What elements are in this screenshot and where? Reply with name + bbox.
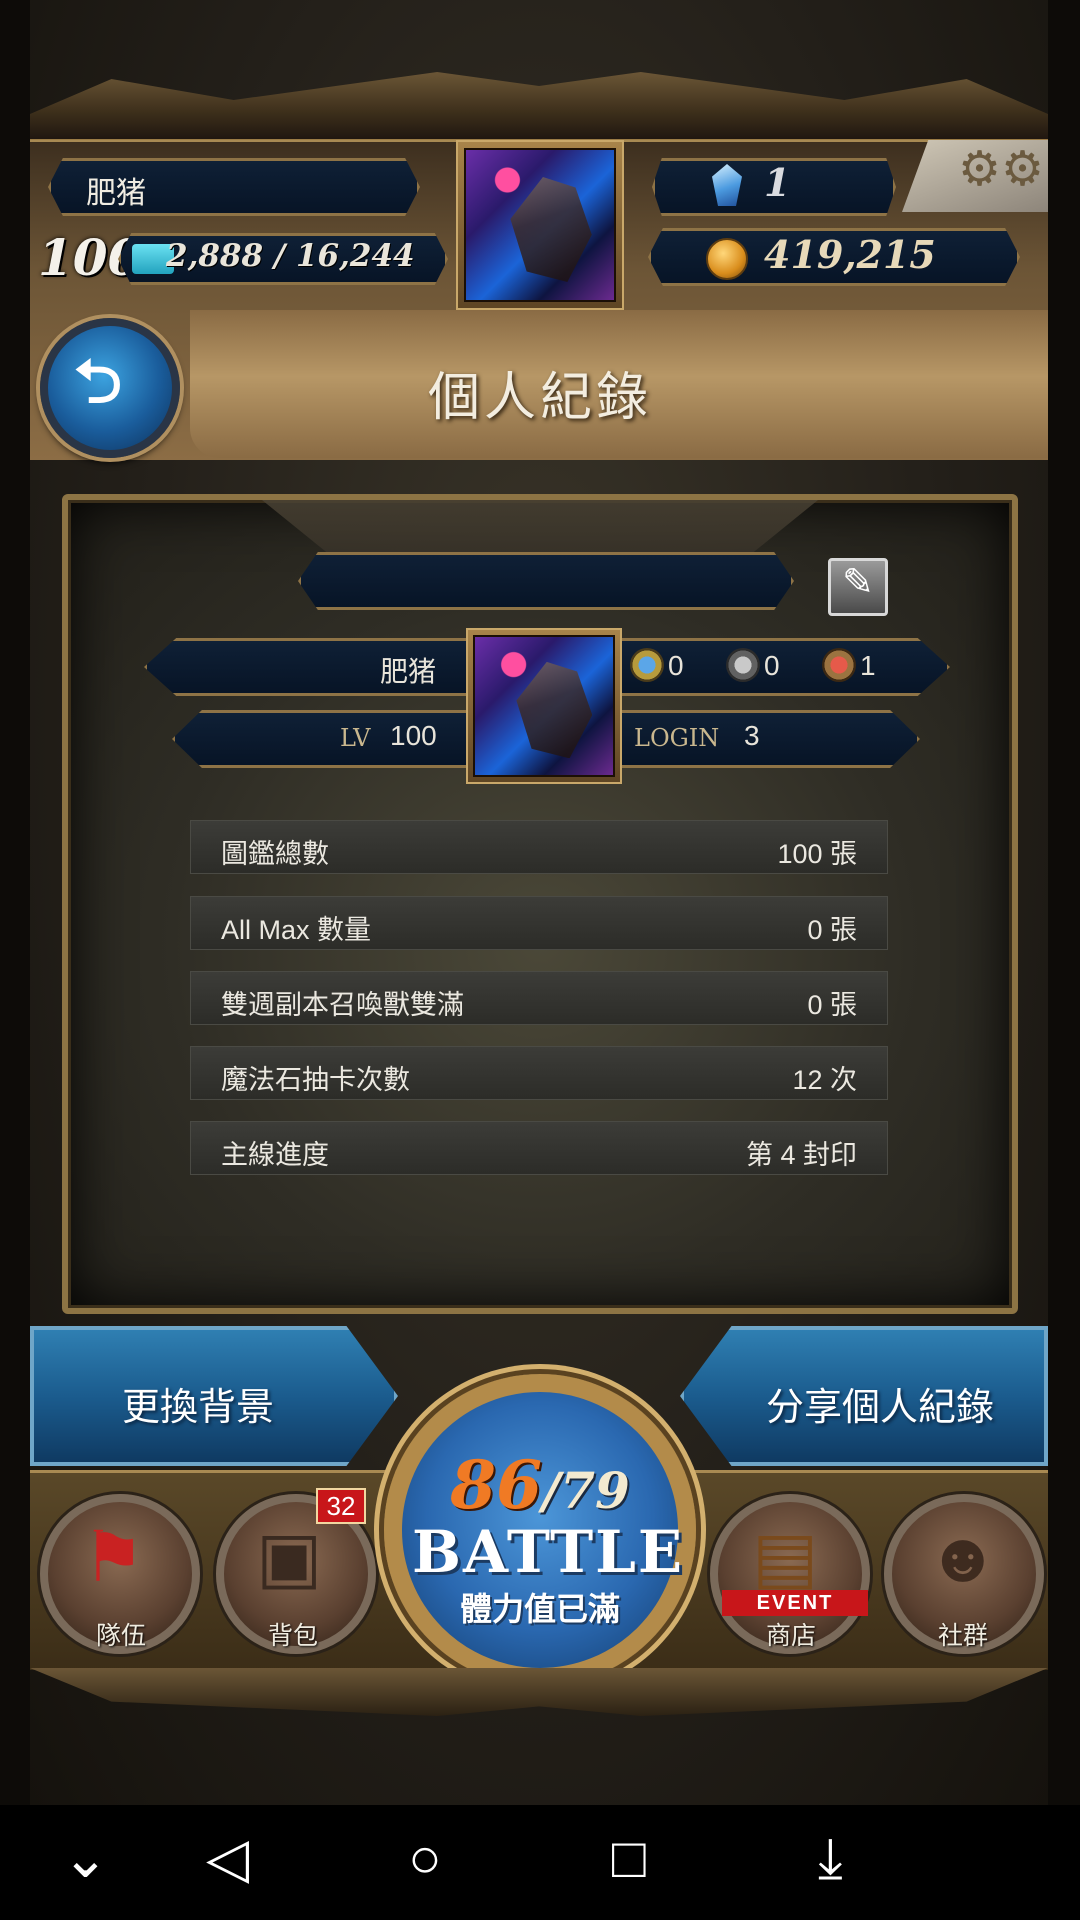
gem-count: 1 xyxy=(764,160,791,205)
stat-row: All Max 數量 0 張 xyxy=(190,896,888,950)
stat-row: 魔法石抽卡次數 12 次 xyxy=(190,1046,888,1100)
back-triangle-icon[interactable]: ◁ xyxy=(206,1830,249,1886)
share-record-label[interactable]: 分享個人紀錄 xyxy=(766,1376,994,1431)
chevron-down-icon[interactable]: ⌄ xyxy=(62,1830,109,1886)
frame-right xyxy=(1048,0,1080,1805)
profile-message-field[interactable] xyxy=(298,552,794,610)
stat-value: 12 次 xyxy=(792,1065,857,1095)
stat-row: 雙週副本召喚獸雙滿 0 張 xyxy=(190,971,888,1025)
stat-label: 主線進度 xyxy=(221,1140,329,1170)
lv-label: LV xyxy=(340,724,371,752)
system-nav-bar xyxy=(0,1805,1080,1920)
battle-label: BATTLE xyxy=(412,1518,685,1586)
stat-value: 100 張 xyxy=(777,839,857,869)
nav-social-label: 社群 xyxy=(938,1622,989,1650)
gear-icon[interactable]: ⚙⚙ xyxy=(958,146,1044,194)
login-value: 3 xyxy=(744,720,760,751)
lv-value: 100 xyxy=(390,720,437,751)
stat-label: 魔法石抽卡次數 xyxy=(221,1065,410,1095)
bag-count-badge: 32 xyxy=(316,1488,366,1524)
change-background-label[interactable]: 更換背景 xyxy=(122,1376,274,1431)
leader-avatar[interactable] xyxy=(456,140,624,310)
leader-avatar-art xyxy=(464,148,616,302)
stamina-max: /79 xyxy=(542,1461,630,1520)
friends-icon: ☻ xyxy=(926,1518,1000,1596)
emblem-count: 0 xyxy=(764,650,780,681)
nav-team-label: 隊伍 xyxy=(96,1622,147,1650)
stamina-status: 體力值已滿 xyxy=(459,1591,620,1627)
emblem-count: 1 xyxy=(860,650,876,681)
stat-row: 主線進度 第 4 封印 xyxy=(190,1121,888,1175)
treasure-chest-icon: ▤ xyxy=(752,1518,819,1596)
emblem-count: 0 xyxy=(668,650,684,681)
stat-label: 雙週副本召喚獸雙滿 xyxy=(221,990,464,1020)
silver-emblem-icon xyxy=(726,648,760,682)
recents-square-icon[interactable]: □ xyxy=(612,1830,646,1886)
nav-shop-label: 商店 xyxy=(766,1622,817,1650)
pull-down-icon[interactable]: ⤓ xyxy=(818,1830,843,1886)
stat-label: All Max 數量 xyxy=(221,915,372,945)
login-label: LOGIN xyxy=(634,724,720,752)
profile-avatar-art xyxy=(473,635,615,777)
stat-value: 第 4 封印 xyxy=(745,1140,857,1170)
exp-text: 2,888 / 16,244 xyxy=(166,238,415,274)
stat-row: 圖鑑總數 100 張 xyxy=(190,820,888,874)
nav-bag-label: 背包 xyxy=(268,1622,319,1650)
water-emblem-icon xyxy=(630,648,664,682)
stat-value: 0 張 xyxy=(807,990,857,1020)
coin-count: 419,215 xyxy=(764,232,936,277)
profile-avatar xyxy=(466,628,622,784)
pencil-icon[interactable]: ✎ xyxy=(842,564,874,602)
stamina-display: 86/79 xyxy=(420,1446,660,1524)
player-name: 肥猪 xyxy=(86,177,146,210)
stamina-current: 86 xyxy=(450,1446,542,1524)
profile-name: 肥猪 xyxy=(380,656,437,687)
fire-emblem-icon xyxy=(822,648,856,682)
coin-icon xyxy=(706,238,748,280)
home-circle-icon[interactable]: ○ xyxy=(408,1830,442,1886)
stat-value: 0 張 xyxy=(807,915,857,945)
stat-label: 圖鑑總數 xyxy=(221,839,329,869)
frame-left xyxy=(0,0,30,1805)
flag-icon: ⚑ xyxy=(82,1518,145,1596)
event-tag: EVENT xyxy=(722,1590,868,1616)
bag-icon: ▣ xyxy=(256,1518,323,1596)
back-arrow-icon[interactable]: ⮌ xyxy=(74,352,122,412)
